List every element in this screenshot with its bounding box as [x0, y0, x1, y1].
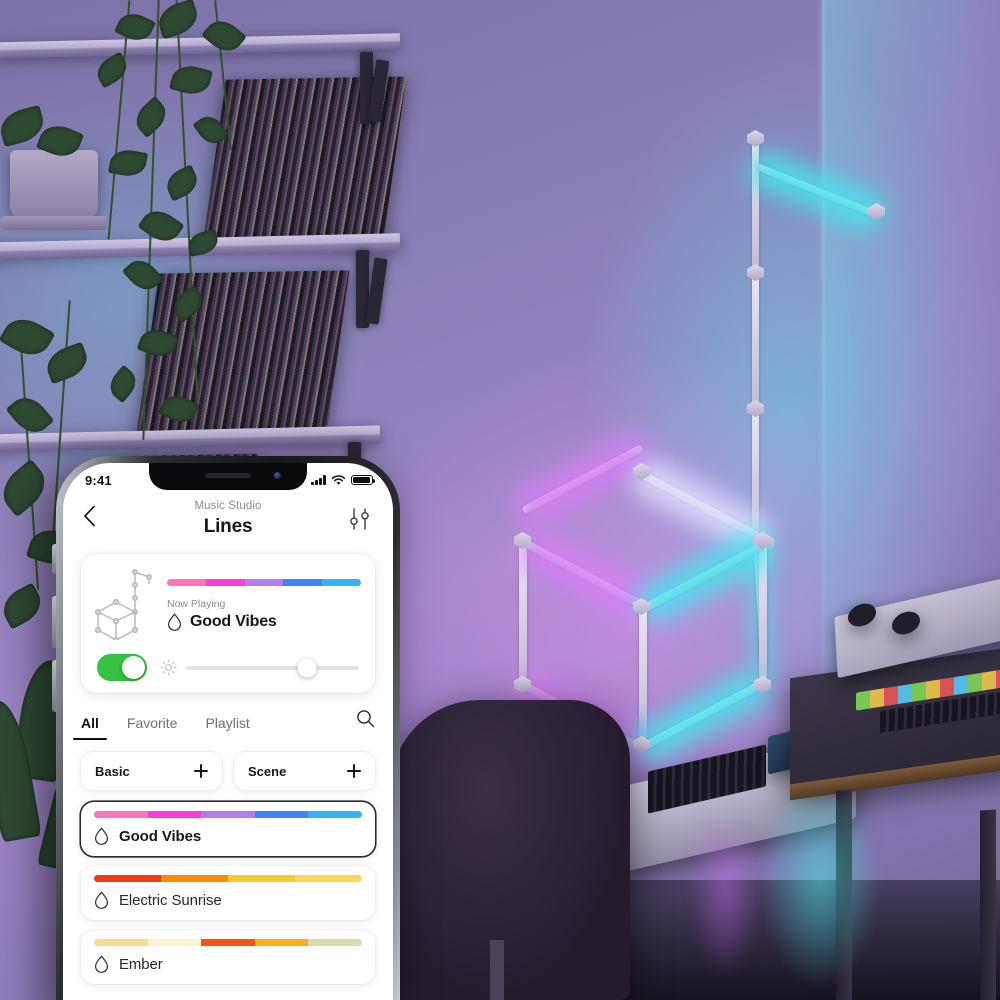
- list-item[interactable]: Ember: [81, 930, 375, 985]
- phone-notch: [149, 463, 307, 490]
- brightness-sun-icon: [160, 659, 177, 676]
- status-bar-time: 9:41: [85, 472, 112, 488]
- phone-screen: 9:41 Music Studio Lines Now Playing Good…: [63, 463, 393, 1000]
- list-item[interactable]: Good Vibes: [81, 802, 375, 857]
- back-chevron-icon[interactable]: [83, 505, 117, 532]
- now-playing-card[interactable]: Now Playing Good Vibes: [81, 554, 375, 694]
- scene-name: Electric Sunrise: [119, 892, 222, 910]
- chip-scene[interactable]: Scene: [234, 752, 375, 791]
- front-camera-icon: [274, 472, 281, 479]
- nav-subtitle: Music Studio: [194, 500, 262, 512]
- tab-playlist[interactable]: Playlist: [205, 715, 249, 740]
- music-note-light-panels-icon: [94, 568, 157, 644]
- battery-icon: [351, 474, 376, 486]
- chip-basic-label: Basic: [95, 763, 130, 779]
- plant-pot: [1, 150, 107, 230]
- phone-mute-switch[interactable]: [52, 544, 56, 574]
- wall-corner-edge: [820, 0, 824, 700]
- scene-gradient-bar: [94, 875, 362, 883]
- tab-favorite[interactable]: Favorite: [127, 715, 178, 740]
- chair-base: [490, 940, 504, 1000]
- nav-titles: Music Studio Lines: [117, 499, 339, 538]
- search-icon[interactable]: [356, 709, 375, 740]
- light-bar-segment: [752, 276, 759, 406]
- nav-bar: Music Studio Lines: [63, 493, 393, 548]
- chip-scene-label: Scene: [248, 763, 287, 779]
- scene-gradient-bar: [94, 939, 362, 947]
- tab-all[interactable]: All: [73, 715, 107, 741]
- water-drop-icon: [167, 613, 182, 631]
- scene-gradient-bar: [94, 811, 362, 819]
- power-toggle[interactable]: [97, 654, 147, 682]
- sliders-icon[interactable]: [339, 506, 373, 532]
- water-drop-icon: [94, 955, 109, 974]
- now-playing-label: Now Playing: [167, 597, 226, 610]
- cellular-signal-icon: [311, 475, 326, 485]
- brightness-slider-knob[interactable]: [297, 658, 317, 678]
- wifi-icon: [331, 474, 346, 485]
- plus-icon[interactable]: [194, 764, 208, 779]
- now-playing-gradient-bar: [167, 578, 361, 586]
- now-playing-scene-name: Good Vibes: [190, 613, 277, 631]
- floor-light-glow: [760, 800, 880, 990]
- earpiece-speaker: [205, 473, 251, 478]
- office-chair: [390, 700, 630, 1000]
- desk-leg: [980, 809, 996, 1000]
- water-drop-icon: [94, 827, 109, 846]
- page-title: Lines: [203, 515, 253, 537]
- room-scene-photo: 9:41 Music Studio Lines Now Playing Good…: [0, 0, 1000, 1000]
- water-drop-icon: [94, 891, 109, 910]
- scene-list: Good Vibes Electric Sunrise Ember: [81, 802, 375, 985]
- phone-volume-down-button[interactable]: [52, 660, 56, 712]
- phone-device: 9:41 Music Studio Lines Now Playing Good…: [52, 456, 400, 1000]
- tab-bar: All Favorite Playlist: [73, 709, 375, 741]
- plus-icon[interactable]: [347, 764, 361, 779]
- category-chips: Basic Scene: [81, 752, 375, 791]
- list-item[interactable]: Electric Sunrise: [81, 866, 375, 921]
- brightness-slider[interactable]: [186, 658, 359, 678]
- scene-name: Ember: [119, 956, 163, 974]
- chip-basic[interactable]: Basic: [81, 752, 222, 791]
- scene-name: Good Vibes: [119, 828, 202, 846]
- floor-light-glow: [690, 830, 760, 980]
- phone-volume-up-button[interactable]: [52, 596, 56, 648]
